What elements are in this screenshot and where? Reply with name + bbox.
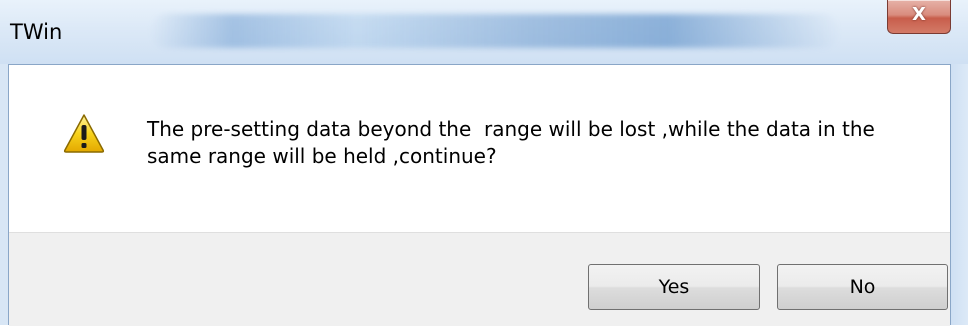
window-frame-right [950, 64, 968, 325]
title-bar-glass [150, 14, 840, 48]
message-line-2: same range will be held ,continue? [147, 144, 497, 168]
close-icon: X [912, 4, 926, 25]
button-bar: Yes No [9, 232, 950, 326]
dialog-window: TWin X The pre-setting data beyond the r… [0, 0, 968, 326]
close-button[interactable]: X [887, 0, 951, 34]
dialog-message: The pre-setting data beyond the range wi… [147, 116, 937, 170]
title-bar[interactable]: TWin X [0, 0, 968, 64]
yes-button[interactable]: Yes [588, 264, 760, 310]
dialog-content: The pre-setting data beyond the range wi… [9, 64, 950, 326]
no-button[interactable]: No [777, 264, 948, 310]
window-title: TWin [10, 20, 63, 44]
warning-icon [63, 114, 105, 153]
message-line-1: The pre-setting data beyond the range wi… [147, 117, 875, 141]
window-frame-left [0, 64, 9, 325]
